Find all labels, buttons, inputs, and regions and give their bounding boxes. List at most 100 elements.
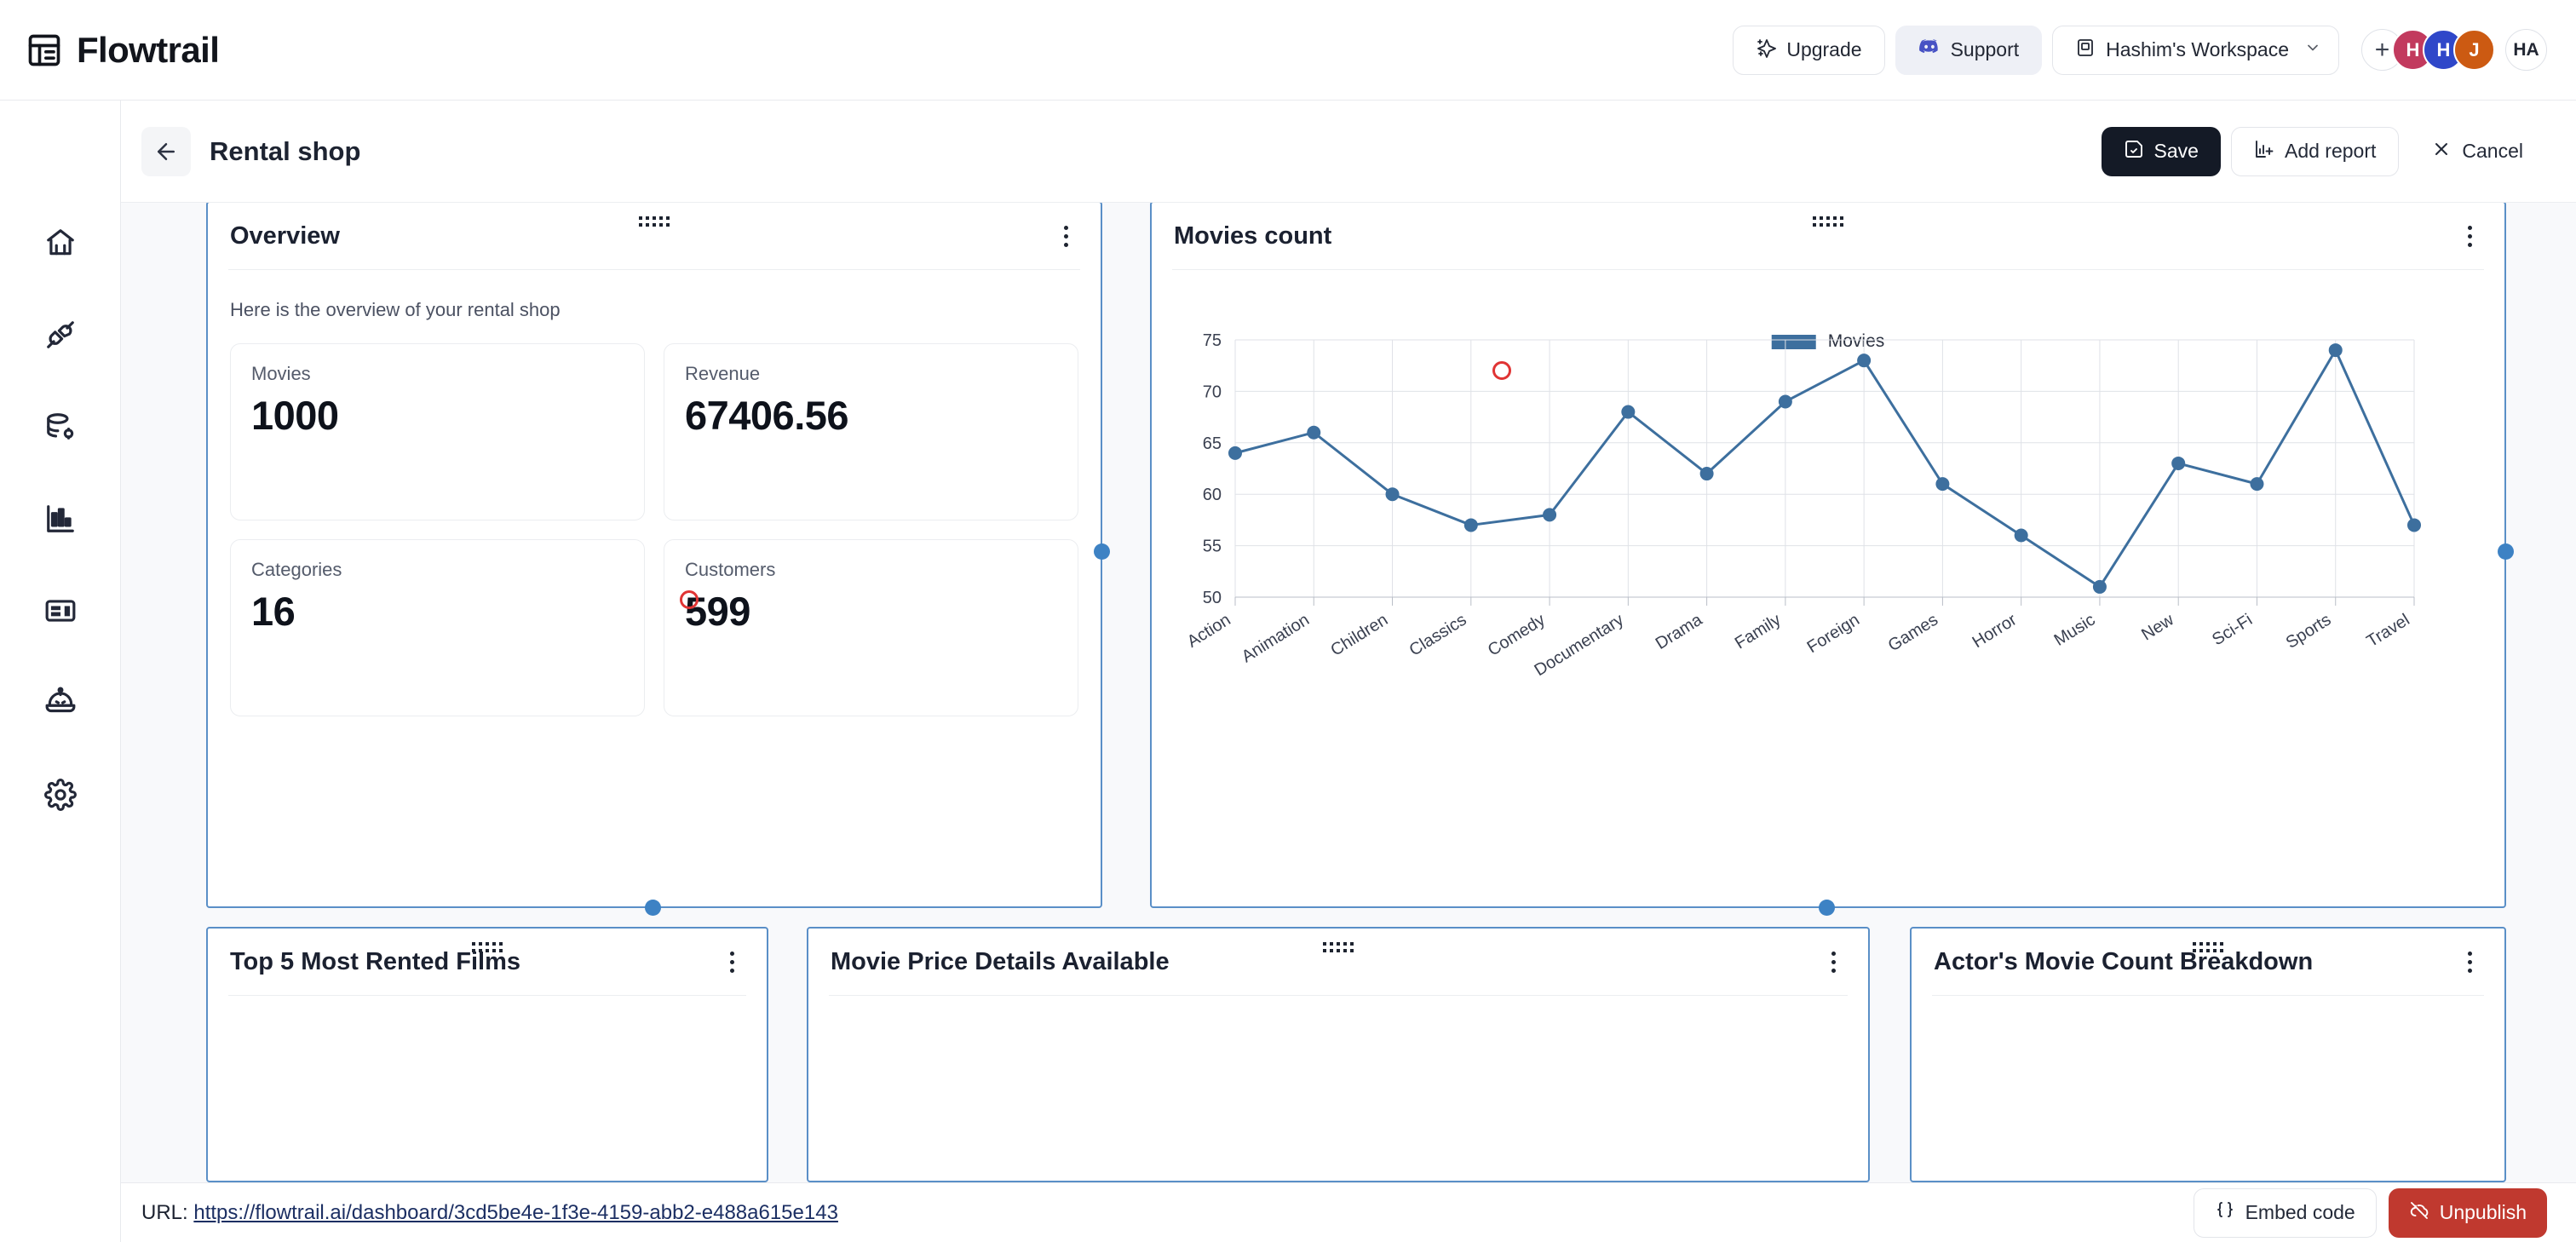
stat-movies: Movies 1000 <box>230 343 645 520</box>
add-report-label: Add report <box>2284 140 2377 162</box>
card-price-details[interactable]: Movie Price Details Available <box>807 927 1870 1182</box>
card-price-details-title: Movie Price Details Available <box>831 947 1170 975</box>
stat-movies-label: Movies <box>251 363 311 384</box>
drag-handle[interactable] <box>2193 942 2223 952</box>
back-button[interactable] <box>141 126 191 176</box>
resize-handle-bottom[interactable] <box>645 900 661 916</box>
svg-text:Horror: Horror <box>1969 610 2021 652</box>
stat-revenue-label: Revenue <box>685 363 761 384</box>
avatar-group[interactable]: + H H J HA <box>2361 29 2547 71</box>
url-prefix: URL: <box>141 1200 188 1224</box>
add-report-button[interactable]: Add report <box>2230 126 2400 176</box>
svg-text:65: 65 <box>1203 434 1222 453</box>
card-overview-header: Overview <box>208 203 1101 269</box>
svg-text:Comedy: Comedy <box>1485 611 1549 660</box>
cancel-button[interactable]: Cancel <box>2409 127 2545 176</box>
svg-text:Action: Action <box>1184 611 1234 652</box>
database-settings-icon <box>46 413 73 440</box>
stat-movies-value: 1000 <box>251 393 339 438</box>
upgrade-label: Upgrade <box>1786 38 1862 60</box>
stat-customers-value: 599 <box>685 589 750 634</box>
divider <box>1172 269 2484 270</box>
sub-header: Rental shop Save Add report Cancel <box>121 101 2576 203</box>
top-header: Flowtrail Upgrade Support Hashim's Works… <box>0 0 2576 101</box>
brand-name: Flowtrail <box>77 29 220 70</box>
dashboard-url-link[interactable]: https://flowtrail.ai/dashboard/3cd5be4e-… <box>193 1201 838 1224</box>
upgrade-button[interactable]: Upgrade <box>1733 25 1885 75</box>
card-actor-breakdown[interactable]: Actor's Movie Count Breakdown <box>1910 927 2506 1182</box>
dashboard-canvas[interactable]: Overview Here is the overview of your re… <box>121 203 2576 1182</box>
account-avatar[interactable]: HA <box>2505 29 2547 71</box>
resize-handle-right[interactable] <box>1094 543 1110 560</box>
card-actor-breakdown-menu-button[interactable] <box>2455 943 2484 980</box>
svg-text:Drama: Drama <box>1653 610 1706 653</box>
svg-text:Animation: Animation <box>1239 611 1313 667</box>
stat-grid: Movies 1000 Revenue 67406.56 Categories … <box>208 321 1101 716</box>
card-movies-count-header: Movies count <box>1152 203 2504 269</box>
sparkles-icon <box>1756 37 1777 63</box>
sidebar-item-connections[interactable] <box>36 313 85 356</box>
card-overview-menu-button[interactable] <box>1051 217 1080 255</box>
card-movies-count-title: Movies count <box>1174 221 1332 250</box>
chart-plot: 50 55 60 65 70 75 Action Animation Children Class… <box>1184 331 2421 681</box>
svg-text:Games: Games <box>1885 611 1941 656</box>
sidebar-item-dashboards[interactable] <box>36 589 85 632</box>
cursor-indicator <box>1492 361 1511 380</box>
left-sidebar <box>0 101 121 1242</box>
unpublish-button[interactable]: Unpublish <box>2388 1187 2547 1238</box>
close-icon <box>2431 139 2452 164</box>
divider <box>1932 995 2484 996</box>
stat-categories-value: 16 <box>251 589 296 634</box>
brand[interactable]: Flowtrail <box>26 29 220 71</box>
card-overview[interactable]: Overview Here is the overview of your re… <box>206 203 1110 916</box>
card-price-details-menu-button[interactable] <box>1819 943 1848 980</box>
flowtrail-grid-icon <box>26 32 63 69</box>
embed-code-button[interactable]: Embed code <box>2193 1187 2377 1238</box>
svg-text:Classics: Classics <box>1406 611 1470 660</box>
discord-icon <box>1918 37 1941 64</box>
svg-text:New: New <box>2138 610 2177 644</box>
movies-count-chart[interactable]: Movies 50 55 60 65 70 75 Action Animation Childr… <box>1152 325 2504 682</box>
stat-customers: Customers 599 <box>664 539 1078 716</box>
drag-handle[interactable] <box>1323 942 1354 952</box>
sidebar-item-analytics[interactable] <box>36 497 85 540</box>
card-movies-count[interactable]: Movies count Movies 50 55 60 65 70 75 Action An… <box>1150 203 2514 916</box>
chevron-down-icon <box>2304 38 2321 61</box>
sidebar-item-ai-assistant[interactable] <box>36 681 85 724</box>
card-top-films-header: Top 5 Most Rented Films <box>208 929 767 995</box>
svg-text:Music: Music <box>2051 611 2099 650</box>
divider <box>228 995 746 996</box>
unpublish-label: Unpublish <box>2439 1201 2527 1223</box>
stat-customers-label: Customers <box>685 559 776 580</box>
svg-text:60: 60 <box>1203 486 1222 504</box>
sidebar-item-home[interactable] <box>36 221 85 264</box>
workspace-selector[interactable]: Hashim's Workspace <box>2052 25 2339 75</box>
sidebar-item-settings[interactable] <box>36 773 85 816</box>
sidebar-item-datasources[interactable] <box>36 405 85 448</box>
chart-add-icon <box>2254 139 2274 164</box>
card-top-films[interactable]: Top 5 Most Rented Films <box>206 927 768 1182</box>
svg-text:Children: Children <box>1327 611 1391 660</box>
drag-handle[interactable] <box>1813 216 1843 227</box>
bar-chart-icon <box>46 505 74 532</box>
resize-handle-right[interactable] <box>2498 543 2514 560</box>
card-actor-breakdown-header: Actor's Movie Count Breakdown <box>1912 929 2504 995</box>
svg-text:70: 70 <box>1203 382 1222 401</box>
support-button[interactable]: Support <box>1895 25 2043 75</box>
svg-text:Documentary: Documentary <box>1531 611 1627 681</box>
home-icon <box>46 229 74 256</box>
plug-icon <box>46 321 74 348</box>
drag-handle[interactable] <box>472 942 503 952</box>
save-button[interactable]: Save <box>2101 126 2221 176</box>
pointer-ring <box>680 590 699 609</box>
layout-panel-icon <box>45 600 75 622</box>
drag-handle[interactable] <box>639 216 670 227</box>
stat-categories: Categories 16 <box>230 539 645 716</box>
avatar-j-orange[interactable]: J <box>2453 29 2495 71</box>
stat-revenue: Revenue 67406.56 <box>664 343 1078 520</box>
workspace-label: Hashim's Workspace <box>2106 38 2289 60</box>
card-top-films-menu-button[interactable] <box>717 943 746 980</box>
cloud-off-icon <box>2409 1200 2429 1226</box>
resize-handle-bottom[interactable] <box>1819 900 1835 916</box>
card-movies-count-menu-button[interactable] <box>2455 217 2484 255</box>
